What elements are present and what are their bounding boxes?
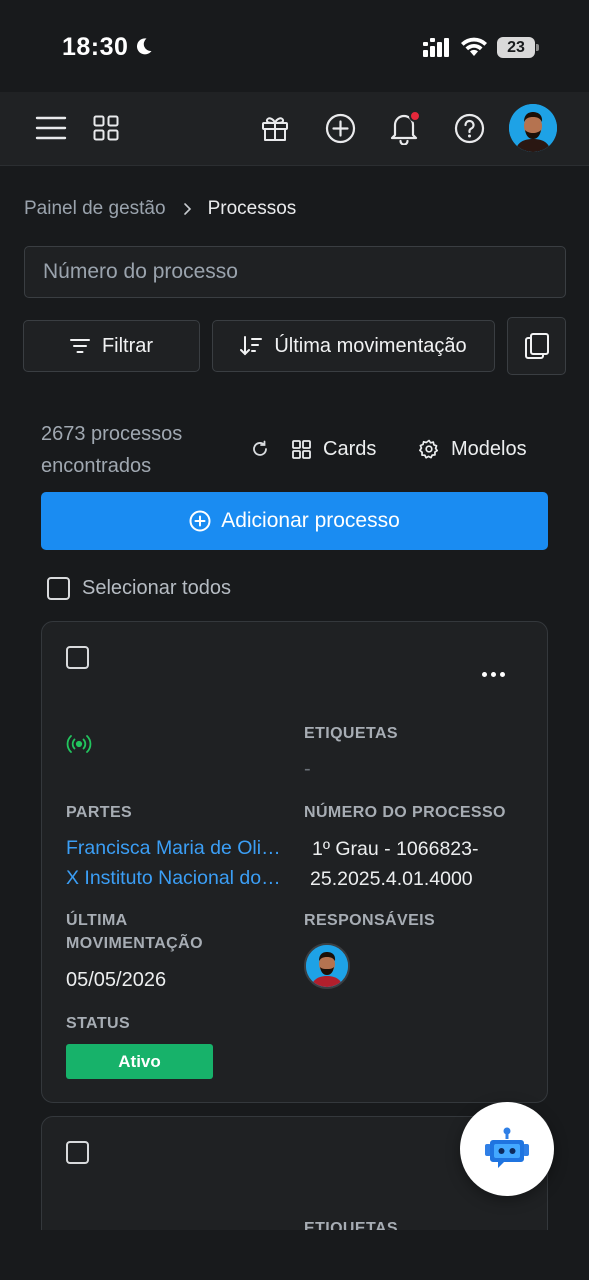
help-icon[interactable] (450, 109, 488, 147)
filter-icon (69, 339, 90, 353)
results-count-line1: 2673 processos (41, 423, 183, 445)
select-all-checkbox[interactable] (47, 577, 70, 600)
models-button[interactable]: Modelos (419, 436, 527, 462)
copy-icon (524, 333, 549, 359)
process-number-label: NÚMERO DO PROCESSO (304, 804, 506, 821)
process-number-line1: 1º Grau - 1066823- (312, 838, 479, 860)
menu-icon[interactable] (32, 109, 70, 147)
status-badge: Ativo (66, 1044, 213, 1079)
more-options-icon[interactable] (482, 672, 505, 677)
breadcrumb-parent[interactable]: Painel de gestão (24, 198, 166, 220)
status-bar: 18:30 23 (0, 0, 589, 92)
last-movement-date: 05/05/2026 (66, 969, 167, 991)
last-movement-label: MOVIMENTAÇÃO (66, 935, 203, 952)
refresh-icon (253, 440, 267, 456)
apps-grid-icon[interactable] (87, 109, 125, 147)
sort-label: Última movimentação (274, 334, 467, 357)
status-time: 18:30 (62, 33, 129, 61)
assistant-bot-button[interactable] (460, 1102, 554, 1196)
results-count: 2673 processos encontrados (41, 418, 221, 482)
filter-button[interactable]: Filtrar (23, 320, 200, 372)
cards-view-label: Cards (323, 437, 377, 460)
sort-button[interactable]: Última movimentação (212, 320, 495, 372)
process-number-search-input[interactable] (24, 246, 566, 298)
party-link[interactable]: Francisca Maria de Oliveira (66, 837, 286, 860)
process-number-line2: 25.2025.4.01.4000 (310, 868, 473, 890)
parties-label: PARTES (66, 804, 133, 821)
gift-icon[interactable] (256, 109, 294, 147)
select-all[interactable]: Selecionar todos (47, 577, 231, 600)
status-label: STATUS (66, 1015, 131, 1032)
process-card[interactable]: ETIQUETAS - PARTES Francisca Maria de Ol… (41, 621, 548, 1103)
tags-label: ETIQUETAS (304, 725, 398, 742)
sort-icon (240, 336, 263, 356)
select-all-label: Selecionar todos (82, 577, 231, 599)
add-process-label: Adicionar processo (221, 509, 400, 532)
responsible-avatar[interactable] (304, 943, 350, 989)
battery-level: 23 (507, 39, 525, 56)
notification-badge (409, 110, 421, 122)
models-label: Modelos (451, 437, 527, 460)
process-card-checkbox[interactable] (66, 646, 89, 669)
add-process-button[interactable]: Adicionar processo (41, 492, 548, 550)
results-count-line2: encontrados (41, 455, 152, 477)
cards-view-button[interactable]: Cards (292, 436, 376, 462)
add-circle-icon (189, 510, 211, 532)
responsibles-label: RESPONSÁVEIS (304, 912, 436, 929)
app-header (0, 92, 589, 166)
robot-icon (485, 1127, 529, 1168)
process-card-checkbox[interactable] (66, 1141, 89, 1164)
battery-indicator: 23 (497, 37, 539, 58)
gear-icon (419, 439, 439, 459)
last-movement-label: ÚLTIMA (66, 912, 128, 929)
chevron-right-icon (183, 203, 191, 215)
filter-label: Filtrar (101, 334, 154, 357)
party-link[interactable]: X Instituto Nacional do Seguro Social (66, 867, 286, 890)
user-avatar[interactable] (509, 104, 557, 152)
refresh-button[interactable] (251, 436, 269, 462)
tags-value: - (304, 758, 311, 780)
monitoring-signal-icon (66, 735, 92, 753)
breadcrumb: Painel de gestão Processos (24, 197, 296, 221)
wifi-icon (461, 37, 487, 56)
notifications-bell-icon[interactable] (385, 109, 423, 147)
add-circle-icon[interactable] (321, 109, 359, 147)
bottom-safe-area (0, 1230, 589, 1280)
cards-grid-icon (292, 439, 311, 459)
cellular-signal-icon (423, 38, 449, 57)
copy-button[interactable] (507, 317, 566, 375)
moon-icon (136, 38, 152, 55)
breadcrumb-current: Processos (207, 198, 297, 219)
